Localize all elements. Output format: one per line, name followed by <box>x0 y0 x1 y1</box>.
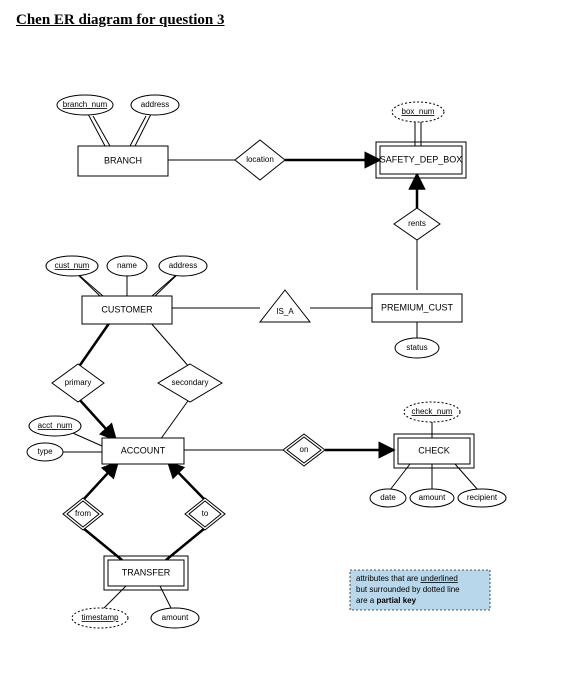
attr-type: type <box>27 443 63 461</box>
svg-text:branch_num: branch_num <box>63 100 108 109</box>
entity-safety-dep-box: SAFETY_DEP_BOX <box>376 142 466 178</box>
entity-branch: BRANCH <box>78 146 168 176</box>
svg-text:type: type <box>37 447 53 456</box>
er-diagram: BRANCH SAFETY_DEP_BOX CUSTOMER PREMIUM_C… <box>0 0 574 687</box>
svg-text:CUSTOMER: CUSTOMER <box>101 304 153 314</box>
svg-text:CHECK: CHECK <box>418 445 450 455</box>
attr-timestamp: timestamp <box>72 608 128 628</box>
svg-text:are a partial key: are a partial key <box>356 596 417 605</box>
attr-check-amount: amount <box>410 489 454 507</box>
svg-text:but surrounded by dotted line: but surrounded by dotted line <box>356 585 460 594</box>
attr-date: date <box>370 489 406 507</box>
attr-transfer-amount: amount <box>151 608 199 628</box>
svg-text:amount: amount <box>162 613 189 622</box>
svg-text:SAFETY_DEP_BOX: SAFETY_DEP_BOX <box>380 154 463 164</box>
svg-text:date: date <box>380 493 396 502</box>
attr-recipient: recipient <box>458 489 506 507</box>
svg-text:timestamp: timestamp <box>82 613 119 622</box>
svg-text:TRANSFER: TRANSFER <box>122 567 171 577</box>
svg-text:secondary: secondary <box>172 378 209 387</box>
svg-text:ACCOUNT: ACCOUNT <box>121 445 166 455</box>
svg-text:attributes that are underlined: attributes that are underlined <box>356 574 458 583</box>
rel-from: from <box>63 498 103 530</box>
svg-text:from: from <box>75 509 91 518</box>
svg-text:box_num: box_num <box>402 107 435 116</box>
rel-primary: primary <box>52 364 104 402</box>
svg-text:to: to <box>202 509 209 518</box>
rel-to: to <box>185 498 225 530</box>
attr-customer-address: address <box>159 256 207 276</box>
svg-text:name: name <box>117 261 138 270</box>
rel-location: location <box>235 140 285 180</box>
svg-text:on: on <box>300 445 309 454</box>
rel-rents: rents <box>394 208 440 240</box>
svg-text:status: status <box>406 343 427 352</box>
entity-customer: CUSTOMER <box>82 296 172 324</box>
attr-branch-num: branch_num <box>57 95 113 115</box>
attr-status: status <box>395 338 439 358</box>
entity-account: ACCOUNT <box>102 438 184 464</box>
svg-text:PREMIUM_CUST: PREMIUM_CUST <box>381 302 454 312</box>
entity-premium-cust: PREMIUM_CUST <box>372 294 462 322</box>
svg-text:location: location <box>246 155 274 164</box>
legend-note: attributes that are underlined but surro… <box>350 570 490 610</box>
svg-text:BRANCH: BRANCH <box>104 155 142 165</box>
svg-text:cust_num: cust_num <box>55 261 90 270</box>
rel-on: on <box>283 434 325 466</box>
isa-triangle: IS_A <box>260 290 310 322</box>
rel-secondary: secondary <box>158 364 222 402</box>
svg-text:primary: primary <box>65 378 92 387</box>
svg-text:rents: rents <box>408 219 426 228</box>
svg-text:recipient: recipient <box>467 493 498 502</box>
entity-check: CHECK <box>394 434 474 468</box>
svg-text:address: address <box>169 261 197 270</box>
attr-cust-num: cust_num <box>46 256 98 276</box>
attr-acct-num: acct_num <box>29 416 81 436</box>
svg-text:amount: amount <box>419 493 446 502</box>
attr-box-num: box_num <box>392 102 444 122</box>
svg-text:acct_num: acct_num <box>38 421 73 430</box>
entity-transfer: TRANSFER <box>104 556 188 590</box>
attr-name: name <box>107 256 147 276</box>
attr-check-num: check_num <box>404 402 460 422</box>
svg-text:check_num: check_num <box>412 407 453 416</box>
svg-text:IS_A: IS_A <box>276 307 294 316</box>
svg-text:address: address <box>141 100 169 109</box>
attr-branch-address: address <box>131 95 179 115</box>
